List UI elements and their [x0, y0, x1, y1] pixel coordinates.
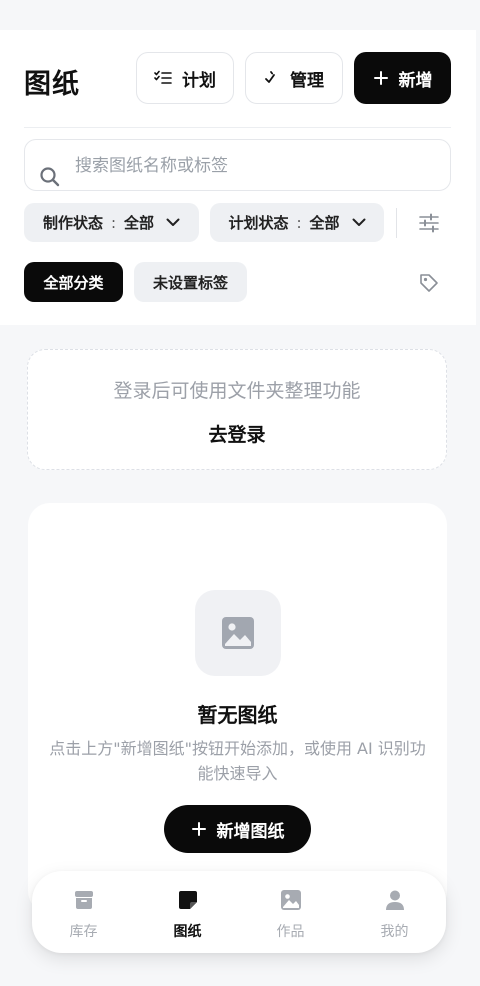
page-title: 图纸	[24, 69, 80, 100]
plus-icon	[191, 821, 207, 837]
header-divider	[24, 127, 451, 128]
tab-drawings[interactable]: 图纸	[136, 871, 239, 953]
add-button[interactable]: 新增	[354, 52, 451, 104]
empty-state-description: 点击上方"新增图纸"按钮开始添加，或使用 AI 识别功能快速导入	[49, 739, 426, 783]
status-bar	[0, 0, 480, 30]
tab-drawings-label: 图纸	[173, 924, 202, 940]
add-drawing-label: 新增图纸	[216, 821, 285, 842]
empty-state-card: 暂无图纸 点击上方"新增图纸"按钮开始添加，或使用 AI 识别功能快速导入 新增…	[28, 503, 447, 913]
page: 图纸 计划 管理 新增 搜索图纸名称或标签 制作状态: 全部 计划状态: 全…	[0, 0, 480, 986]
user-icon	[384, 887, 406, 913]
add-drawing-button[interactable]: 新增图纸	[164, 805, 311, 853]
login-tip: 登录后可使用文件夹整理功能	[113, 380, 361, 402]
add-label: 新增	[398, 70, 433, 91]
login-link[interactable]: 去登录	[28, 420, 446, 447]
plan-status-value: 全部	[309, 214, 340, 232]
checklist-icon	[154, 70, 172, 86]
chevron-down-icon	[352, 218, 366, 227]
image-placeholder-icon	[195, 590, 281, 676]
archive-icon	[73, 887, 95, 913]
plan-status-separator: :	[296, 213, 302, 232]
make-status-filter[interactable]: 制作状态 : 全部	[24, 203, 199, 242]
tab-profile[interactable]: 我的	[343, 871, 446, 953]
plus-icon	[373, 70, 389, 86]
chevron-down-icon	[166, 218, 180, 227]
search-input[interactable]	[73, 150, 437, 182]
make-status-label: 制作状态	[42, 214, 103, 232]
make-status-value: 全部	[124, 214, 155, 232]
manage-label: 管理	[290, 70, 324, 91]
tab-inventory-label: 库存	[69, 924, 98, 940]
tag-all-categories[interactable]: 全部分类	[24, 262, 123, 302]
bottom-tab-bar: 库存 图纸 作品 我的	[32, 871, 446, 953]
sliders-icon[interactable]	[418, 212, 440, 234]
manage-button[interactable]: 管理	[245, 52, 343, 104]
plan-button[interactable]: 计划	[136, 52, 234, 104]
tab-profile-label: 我的	[380, 924, 409, 940]
filter-divider	[396, 208, 397, 238]
plan-status-label: 计划状态	[228, 214, 289, 232]
login-card: 登录后可使用文件夹整理功能 去登录	[27, 349, 447, 470]
empty-state-title: 暂无图纸	[197, 703, 278, 727]
tag-unset[interactable]: 未设置标签	[134, 262, 247, 302]
plan-label: 计划	[182, 70, 216, 91]
tab-works[interactable]: 作品	[239, 871, 342, 953]
tab-works-label: 作品	[276, 924, 305, 940]
double-check-icon	[264, 70, 280, 86]
image-icon	[280, 887, 302, 913]
plan-status-filter[interactable]: 计划状态 : 全部	[210, 203, 384, 242]
sticky-note-icon	[177, 887, 199, 913]
tab-inventory[interactable]: 库存	[32, 871, 135, 953]
tag-icon[interactable]	[418, 272, 440, 294]
search-box[interactable]	[24, 139, 451, 191]
make-status-separator: :	[110, 213, 117, 232]
